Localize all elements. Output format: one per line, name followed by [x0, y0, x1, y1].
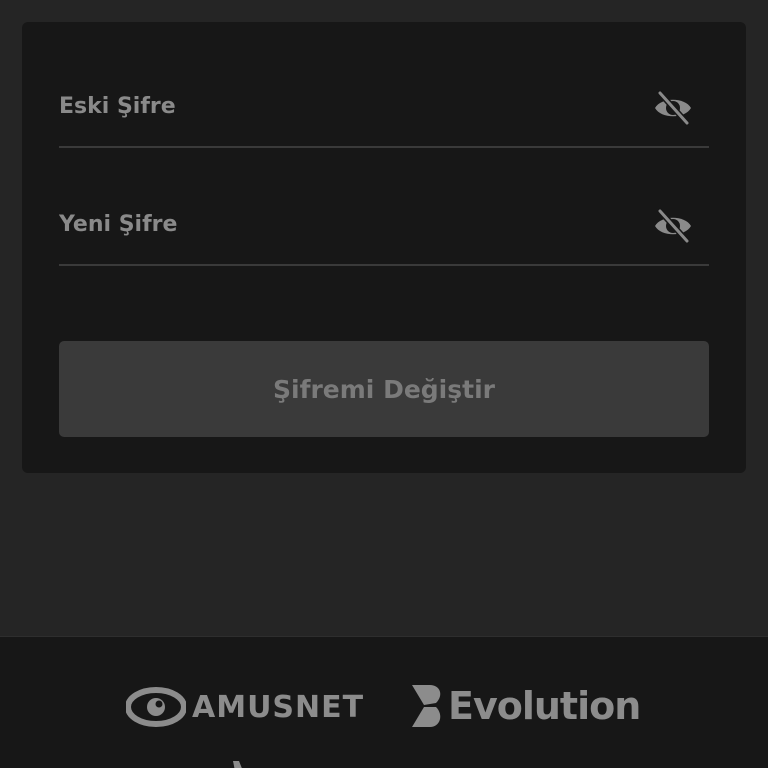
evolution-mark-icon: [412, 685, 441, 727]
amusnet-logo: AMUSNET: [126, 687, 364, 727]
old-password-input[interactable]: [59, 82, 619, 130]
change-password-button[interactable]: Şifremi Değiştir: [59, 341, 709, 437]
old-password-field: [59, 82, 709, 148]
new-password-field: [59, 200, 709, 266]
change-password-card: Şifremi Değiştir: [22, 22, 746, 473]
eye-off-icon[interactable]: [651, 86, 695, 130]
amusnet-mark-icon: [126, 687, 186, 727]
change-password-page: Şifremi Değiştir AMUSNET Evolution: [0, 0, 768, 768]
new-password-input[interactable]: [59, 200, 619, 248]
provider-logos-footer: AMUSNET Evolution: [0, 636, 768, 768]
evolution-logo-text: Evolution: [448, 684, 641, 728]
evolution-logo: Evolution: [410, 683, 641, 729]
amusnet-logo-text: AMUSNET: [192, 689, 365, 725]
partial-logo-icon: [233, 761, 242, 768]
eye-off-icon[interactable]: [651, 204, 695, 248]
